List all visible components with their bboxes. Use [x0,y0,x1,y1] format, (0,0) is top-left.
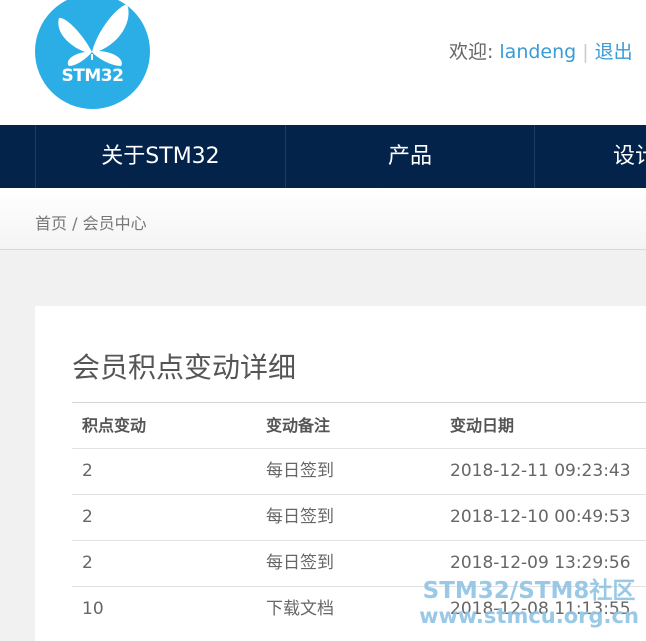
page-title: 会员积点变动详细 [72,351,297,384]
cell-note: 每日签到 [266,507,334,527]
breadcrumb-bar: 首页 / 会员中心 [0,188,646,250]
cell-note: 每日签到 [266,461,334,481]
cell-points: 2 [82,507,93,527]
header-change-date: 变动日期 [450,416,515,435]
main-nav: 关于STM32 产品 设计 [0,125,646,188]
table-header-row: 积点变动 变动备注 变动日期 [72,402,646,448]
table-row: 2 每日签到 2018-12-10 00:49:53 [72,494,646,540]
nav-item-products[interactable]: 产品 [285,125,534,188]
breadcrumb[interactable]: 首页 / 会员中心 [35,210,147,234]
welcome-separator: | [582,41,589,63]
table-row: 2 每日签到 2018-12-11 09:23:43 [72,448,646,494]
username-link[interactable]: landeng [499,41,576,63]
site-watermark: STM32/STM8社区 www.stmcu.org.cn [412,578,646,628]
nav-item-about-stm32[interactable]: 关于STM32 [35,125,285,188]
cell-date: 2018-12-10 00:49:53 [450,507,631,527]
cell-note: 每日签到 [266,553,334,573]
header-points-change: 积点变动 [82,416,147,435]
cell-date: 2018-12-11 09:23:43 [450,461,631,481]
cell-points: 2 [82,461,93,481]
header-change-note: 变动备注 [266,416,331,435]
logout-link[interactable]: 退出 [595,41,633,63]
cell-note: 下载文档 [266,599,334,619]
watermark-line-1: STM32/STM8社区 [422,578,636,604]
nav-item-design[interactable]: 设计 [534,125,646,188]
stm32-logo[interactable]: STM32 [35,0,150,109]
site-header: STM32 欢迎: landeng | 退出 [0,0,646,125]
welcome-bar: 欢迎: landeng | 退出 [449,37,633,64]
watermark-line-2: www.stmcu.org.cn [419,604,639,628]
butterfly-icon [58,4,129,66]
cell-points: 10 [82,599,104,619]
welcome-label: 欢迎: [449,41,494,63]
logo-text: STM32 [61,66,124,86]
cell-points: 2 [82,553,93,573]
